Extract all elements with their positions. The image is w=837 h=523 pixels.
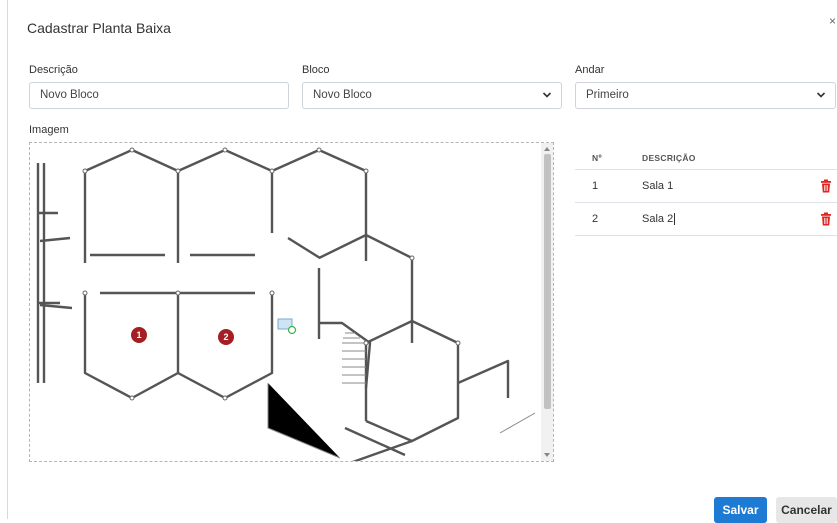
row-desc-input[interactable]: Sala 2 xyxy=(642,213,676,226)
trash-icon[interactable] xyxy=(820,179,832,193)
chevron-down-icon xyxy=(816,92,826,98)
descricao-input[interactable]: Novo Bloco xyxy=(29,82,289,109)
table-row: 2 Sala 2 xyxy=(575,203,837,236)
header-descricao: DESCRIÇÃO xyxy=(642,153,696,163)
rooms-table: Nº DESCRIÇÃO 1 Sala 1 2 Sala 2 xyxy=(575,143,837,236)
imagem-label: Imagem xyxy=(29,124,69,136)
scroll-thumb[interactable] xyxy=(544,154,551,409)
descricao-value: Novo Bloco xyxy=(40,89,99,101)
row-desc: Sala 2 xyxy=(642,213,674,225)
table-row: 1 Sala 1 xyxy=(575,170,837,203)
chevron-down-icon xyxy=(542,92,552,98)
andar-select[interactable]: Primeiro xyxy=(575,82,836,109)
row-desc[interactable]: Sala 1 xyxy=(642,180,673,192)
text-cursor xyxy=(674,213,676,226)
floorplan-image-container[interactable]: 1 2 xyxy=(29,142,554,462)
bloco-value: Novo Bloco xyxy=(313,89,372,101)
scroll-down-arrow-icon[interactable] xyxy=(544,453,550,457)
table-header: Nº DESCRIÇÃO xyxy=(575,143,837,170)
cancel-button[interactable]: Cancelar xyxy=(776,497,837,523)
image-scrollbar[interactable] xyxy=(541,143,553,461)
room-marker-1[interactable]: 1 xyxy=(131,327,147,343)
floorplan-drawing xyxy=(36,147,536,461)
scroll-up-arrow-icon[interactable] xyxy=(544,147,550,151)
save-button[interactable]: Salvar xyxy=(714,497,767,523)
close-icon[interactable]: × xyxy=(829,14,836,28)
dialog-left-border xyxy=(7,0,8,519)
header-num: Nº xyxy=(592,153,602,163)
row-num: 1 xyxy=(592,180,599,192)
andar-label: Andar xyxy=(575,64,605,76)
dialog-title: Cadastrar Planta Baixa xyxy=(27,20,171,36)
trash-icon[interactable] xyxy=(820,212,832,226)
row-num: 2 xyxy=(592,213,599,225)
andar-value: Primeiro xyxy=(586,89,629,101)
descricao-label: Descrição xyxy=(29,64,78,76)
room-marker-2[interactable]: 2 xyxy=(218,329,234,345)
bloco-label: Bloco xyxy=(302,64,330,76)
bloco-select[interactable]: Novo Bloco xyxy=(302,82,562,109)
